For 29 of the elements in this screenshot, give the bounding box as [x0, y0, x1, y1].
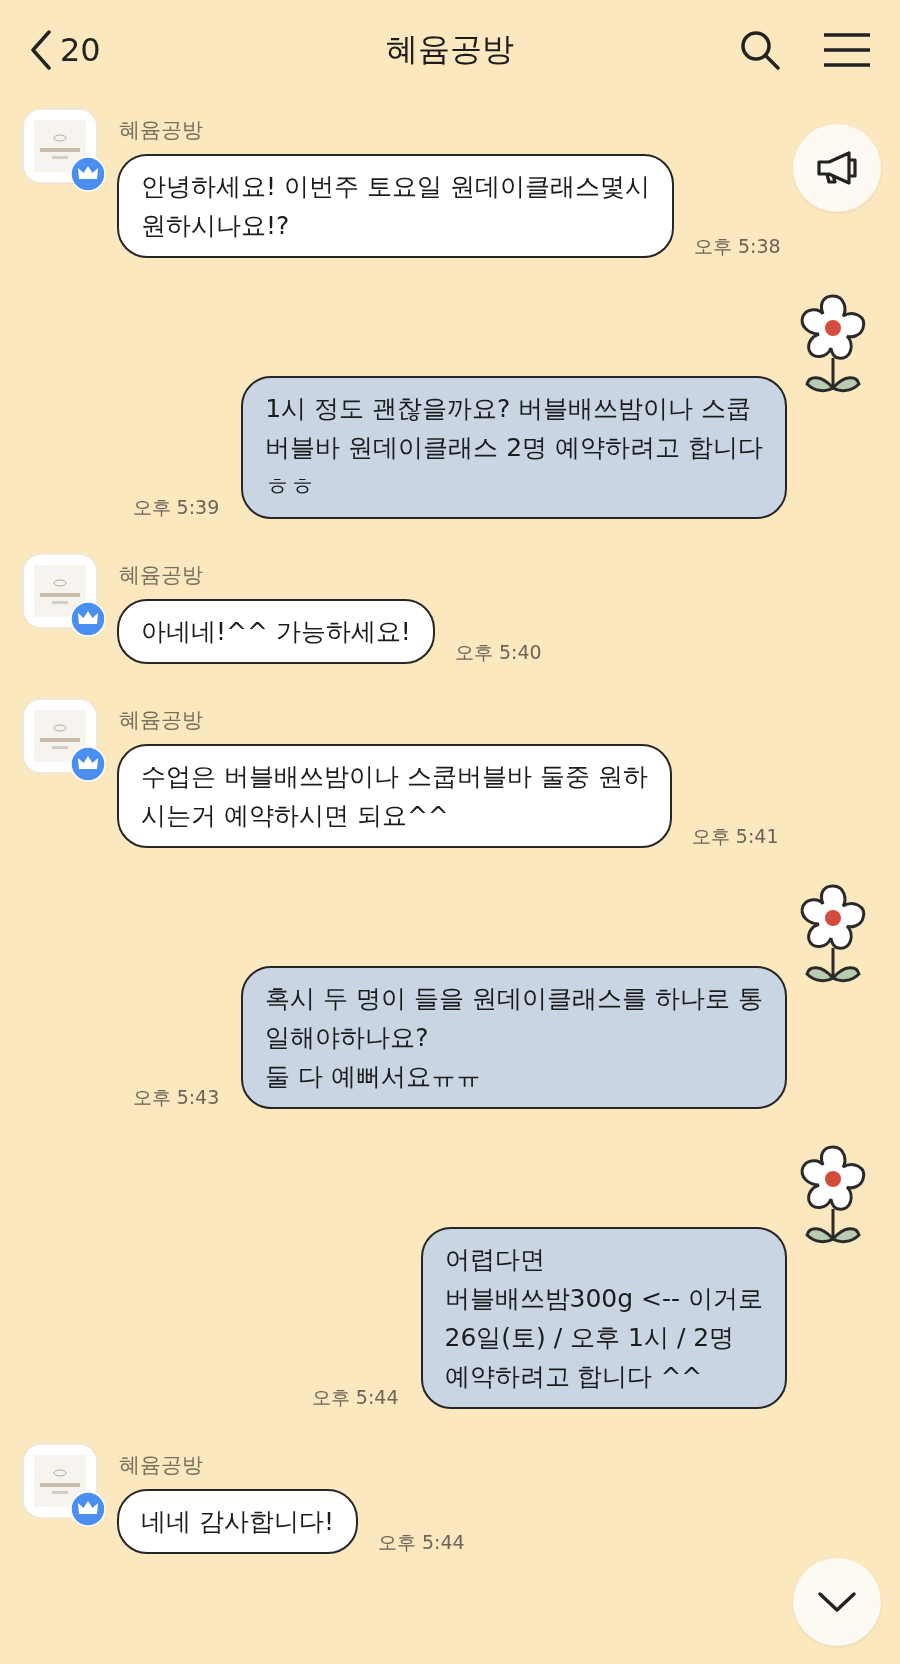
- crown-badge-icon: [70, 1491, 106, 1527]
- message-bubble: 안녕하세요! 이번주 토요일 원데이클래스몇시 원하시나요!?: [117, 154, 674, 258]
- search-icon[interactable]: [740, 30, 780, 70]
- message-bubble: 수업은 버블배쓰밤이나 스쿱버블바 둘중 원하 시는거 예약하시면 되요^^: [117, 744, 672, 848]
- megaphone-icon: [815, 150, 859, 186]
- message-time: 오후 5:39: [132, 495, 220, 520]
- message-bubble: 아네네!^^ 가능하세요!: [117, 599, 435, 664]
- sender-name: 혜윰공방: [119, 117, 204, 144]
- message-time: 오후 5:41: [691, 824, 779, 849]
- message-time: 오후 5:44: [311, 1385, 399, 1410]
- crown-badge-icon: [70, 156, 106, 192]
- sender-name: 혜윰공방: [119, 707, 204, 734]
- back-button[interactable]: 20: [30, 30, 101, 70]
- crown-badge-icon: [70, 746, 106, 782]
- chat-title: 혜윰공방: [386, 29, 514, 70]
- message-bubble: 어렵다면 버블배쓰밤300g <-- 이거로 26일(토) / 오후 1시 / 2명 예약하려고 합니다 ^^: [420, 1227, 787, 1409]
- chevron-down-icon: [817, 1591, 857, 1613]
- message-bubble: 혹시 두 명이 들을 원데이클래스를 하나로 통 일해야하나요? 둘 다 예뻐서요ㅠㅠ: [241, 966, 787, 1109]
- message-time: 오후 5:40: [454, 640, 542, 665]
- sender-name: 혜윰공방: [119, 1452, 204, 1479]
- message-time: 오후 5:38: [693, 234, 781, 259]
- sender-name: 혜윰공방: [119, 562, 204, 589]
- menu-icon[interactable]: [824, 33, 870, 67]
- crown-badge-icon: [70, 601, 106, 637]
- message-bubble: 네네 감사합니다!: [117, 1489, 358, 1554]
- message-bubble: 1시 정도 괜찮을까요? 버블배쓰밤이나 스쿱 버블바 원데이클래스 2명 예약하려고 합니다 ㅎㅎ: [241, 376, 787, 519]
- message-time: 오후 5:44: [377, 1530, 465, 1555]
- back-chevron-icon: [30, 30, 52, 70]
- message-time: 오후 5:43: [132, 1085, 220, 1110]
